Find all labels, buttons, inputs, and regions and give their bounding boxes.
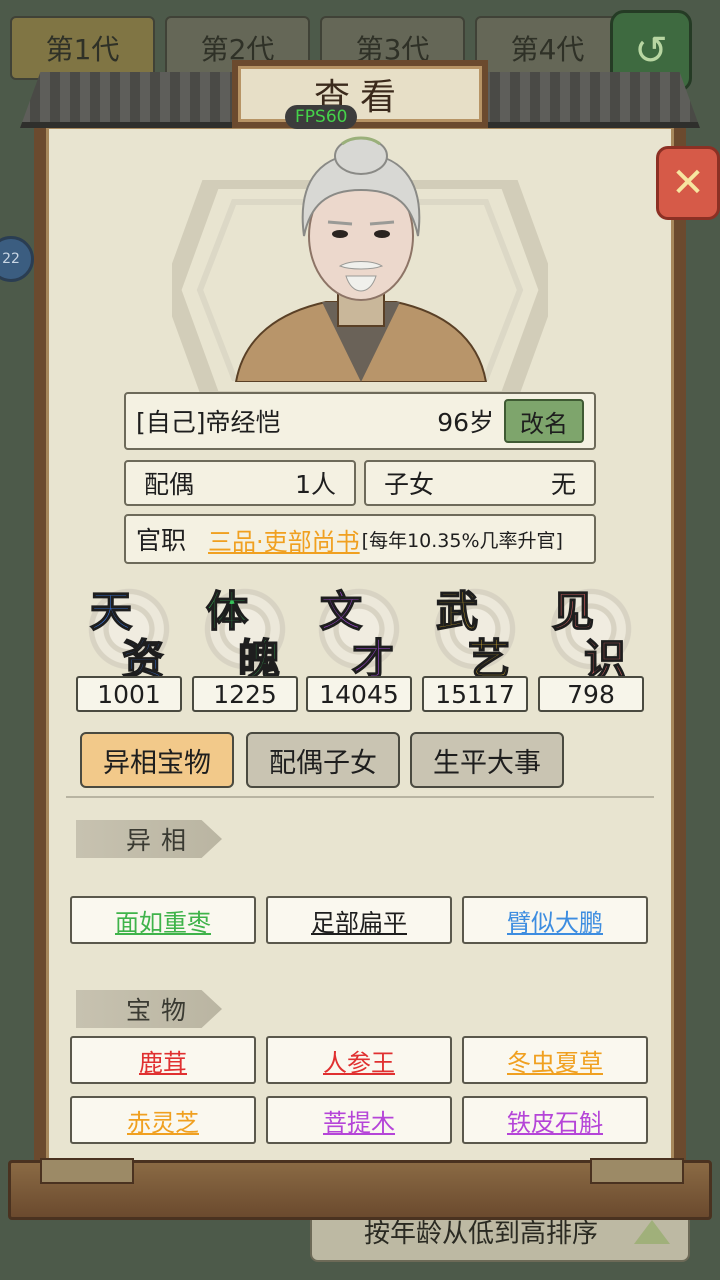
trait-button[interactable]: 足部扁平 [266,896,452,944]
promotion-chance: [每年10.35%几率升官] [361,529,563,552]
stat-value: 14045 [306,676,412,712]
children-row: 子女 无 [364,460,596,506]
character-name: [自己]帝经恺 [136,408,281,437]
left-badge[interactable]: 22 [0,236,34,282]
bottom-right-ornament [590,1158,684,1184]
rename-button[interactable]: 改名 [504,399,584,443]
stat-block: 武艺 15117 [422,574,528,714]
close-icon: ✕ [671,160,705,206]
tab-spouse-children[interactable]: 配偶子女 [246,732,400,788]
office-row: 官职 三品·吏部尚书 [每年10.35%几率升官] [124,514,596,564]
children-value: 无 [550,470,576,499]
tab-traits-treasures[interactable]: 异相宝物 [80,732,234,788]
tab-generation-4[interactable]: 第4代 [475,16,620,80]
stat-value: 1225 [192,676,298,712]
treasure-button[interactable]: 铁皮石斛 [462,1096,648,1144]
bottom-left-ornament [40,1158,134,1184]
stat-block: 天资 1001 [76,574,182,714]
treasure-button[interactable]: 人参王 [266,1036,452,1084]
name-row: [自己]帝经恺 96岁 改名 [124,392,596,450]
sort-triangle-icon [634,1220,670,1244]
tab-generation-1[interactable]: 第1代 [10,16,155,80]
section-divider [66,796,654,808]
treasures-section-header: 宝物 [76,990,222,1028]
stat-value: 1001 [76,676,182,712]
stat-value: 798 [538,676,644,712]
dialog-title: 查看 [232,60,488,128]
treasure-button[interactable]: 冬虫夏草 [462,1036,648,1084]
stat-block: 文才 14045 [306,574,412,714]
spouse-value: 1人 [295,470,336,499]
treasure-button[interactable]: 赤灵芝 [70,1096,256,1144]
traits-section-header: 异相 [76,820,222,858]
stat-block: 体魄 1225 [192,574,298,714]
treasure-button[interactable]: 菩提木 [266,1096,452,1144]
office-label: 官职 [136,526,187,555]
spouse-label: 配偶 [144,470,195,499]
trait-button[interactable]: 面如重枣 [70,896,256,944]
children-label: 子女 [384,470,435,499]
treasure-button[interactable]: 鹿茸 [70,1036,256,1084]
fps-counter: FPS60 [285,105,358,129]
character-portrait [234,136,488,382]
stat-block: 见识 798 [538,574,644,714]
spouse-row: 配偶 1人 [124,460,356,506]
stat-value: 15117 [422,676,528,712]
trait-button[interactable]: 臂似大鹏 [462,896,648,944]
office-title-link[interactable]: 三品·吏部尚书 [208,522,360,557]
tab-life-events[interactable]: 生平大事 [410,732,564,788]
close-button[interactable]: ✕ [656,146,720,220]
character-age: 96岁 [437,408,494,437]
